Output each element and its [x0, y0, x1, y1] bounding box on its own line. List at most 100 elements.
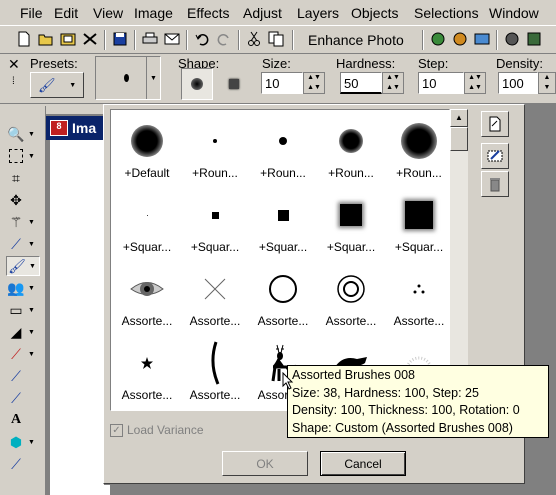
- brush-tip-label: +Roun...: [192, 166, 238, 180]
- redo-icon[interactable]: [214, 29, 234, 49]
- scan-icon[interactable]: [80, 29, 100, 49]
- delete-brush-button[interactable]: [481, 171, 509, 197]
- copy-icon[interactable]: [266, 29, 286, 49]
- brush-tip-cell[interactable]: +Squar...: [181, 190, 249, 264]
- brush-tip-preview: [124, 74, 129, 82]
- brush-tip-preview: [113, 264, 181, 314]
- browse-icon[interactable]: [58, 29, 78, 49]
- menu-adjust[interactable]: Adjust: [243, 5, 282, 21]
- menu-image[interactable]: Image: [134, 5, 173, 21]
- dodge-tool[interactable]: ◢ ▼: [6, 322, 40, 342]
- pen-tool[interactable]: ⟋: [6, 454, 40, 474]
- step-stepper[interactable]: ▲▼ ▲▼: [464, 72, 486, 94]
- chevron-down-icon: ▼: [28, 328, 35, 336]
- new-brush-button[interactable]: [481, 111, 509, 137]
- hardness-field[interactable]: 50: [340, 72, 382, 94]
- brush-tip-cell[interactable]: Assorte...: [385, 264, 449, 338]
- brush-tip-cell[interactable]: Assorte...: [249, 264, 317, 338]
- ok-button[interactable]: OK: [222, 451, 308, 476]
- brush-tip-label: +Squar...: [122, 240, 172, 254]
- paint-brush-tool[interactable]: 🖌 ▼: [6, 256, 40, 276]
- brush-tip-cell[interactable]: Assorte...: [113, 264, 181, 338]
- brush-tip-cell[interactable]: Assorte...: [317, 264, 385, 338]
- color-replacer-tool[interactable]: ⟋: [6, 366, 40, 386]
- brush-tip-cell[interactable]: +Roun...: [317, 116, 385, 190]
- load-variance-checkbox[interactable]: ✓ Load Variance: [110, 423, 204, 437]
- print-icon[interactable]: [140, 29, 160, 49]
- red-eye-tool[interactable]: ⟋ ▼: [6, 344, 40, 364]
- one-step-fix-icon[interactable]: [450, 29, 470, 49]
- cancel-button[interactable]: Cancel: [320, 451, 406, 476]
- density-field[interactable]: 100: [498, 72, 538, 94]
- cut-icon[interactable]: [244, 29, 264, 49]
- menu-effects[interactable]: Effects: [187, 5, 230, 21]
- close-icon[interactable]: ✕: [8, 56, 20, 73]
- email-icon[interactable]: [162, 29, 182, 49]
- undo-icon[interactable]: [192, 29, 212, 49]
- layers-icon[interactable]: [524, 29, 544, 49]
- trash-icon: [490, 178, 500, 192]
- image-canvas[interactable]: [50, 140, 110, 495]
- brush-tip-selector[interactable]: ▼: [95, 56, 161, 100]
- brush-tip-cell[interactable]: Assorte...: [181, 264, 249, 338]
- crop-tool[interactable]: ⌗: [6, 168, 40, 188]
- brush-tip-cell[interactable]: +Roun...: [249, 116, 317, 190]
- brush-tip-cell[interactable]: +Squar...: [113, 190, 181, 264]
- clone-icon: 👥: [7, 279, 25, 296]
- chevron-down-icon: ▼: [28, 438, 35, 446]
- scratch-remover-tool[interactable]: ▭ ▼: [6, 300, 40, 320]
- preset-shape-tool[interactable]: ⬢ ▼: [6, 432, 40, 452]
- standard-toolbar: Enhance Photo ▼: [0, 26, 556, 63]
- toggle-palette-icon[interactable]: [502, 29, 522, 49]
- scroll-up-button[interactable]: ▲: [450, 109, 468, 127]
- new-icon[interactable]: [14, 29, 34, 49]
- presets-button[interactable]: 🖌 ▼: [30, 72, 84, 98]
- brush-tip-cell[interactable]: +Roun...: [181, 116, 249, 190]
- move-tool[interactable]: ✥: [6, 190, 40, 210]
- scroll-thumb[interactable]: [450, 127, 468, 151]
- export-brush-icon: [487, 150, 503, 162]
- brush-tip-cell[interactable]: +Squar...: [317, 190, 385, 264]
- save-icon[interactable]: [110, 29, 130, 49]
- smart-fix-icon[interactable]: [428, 29, 448, 49]
- clone-tool[interactable]: 👥 ▼: [6, 278, 40, 298]
- text-tool[interactable]: A: [6, 410, 40, 430]
- selection-icon: [9, 149, 23, 163]
- photo-fix-icon[interactable]: [472, 29, 492, 49]
- tooltip-line-title: Assorted Brushes 008: [292, 368, 415, 382]
- size-stepper[interactable]: ▲▼ ▲▼: [303, 72, 325, 94]
- brush-tip-label: +Squar...: [258, 240, 308, 254]
- shape-round-button[interactable]: [181, 68, 213, 100]
- brush-tip-cell[interactable]: +Squar...: [249, 190, 317, 264]
- open-icon[interactable]: [36, 29, 56, 49]
- size-field[interactable]: 10: [261, 72, 303, 94]
- hardness-stepper[interactable]: ▲▼ ▲▼: [382, 72, 404, 94]
- move-icon: ✥: [10, 191, 22, 208]
- zoom-icon: 🔍: [7, 125, 25, 142]
- step-field[interactable]: 10: [418, 72, 464, 94]
- smudge-tool[interactable]: ⟋: [6, 388, 40, 408]
- selection-tool[interactable]: ▼: [6, 146, 40, 166]
- density-stepper[interactable]: ▲ ▼: [538, 72, 556, 94]
- menu-objects[interactable]: Objects: [351, 5, 398, 21]
- dropper-tool[interactable]: ⟋ ▼: [6, 234, 40, 254]
- brush-tip-dropdown-button[interactable]: ▼: [146, 57, 160, 99]
- zoom-tool[interactable]: 🔍 ▼: [6, 124, 40, 144]
- image-doc-icon: 8: [50, 120, 68, 136]
- menu-view[interactable]: View: [93, 5, 123, 21]
- menu-file[interactable]: File: [20, 5, 43, 21]
- menu-window[interactable]: Window: [489, 5, 539, 21]
- shape-square-button[interactable]: [218, 68, 250, 100]
- brush-tip-cell[interactable]: +Roun...: [385, 116, 449, 190]
- magic-wand-tool[interactable]: ⚚ ▼: [6, 212, 40, 232]
- menu-selections[interactable]: Selections: [414, 5, 479, 21]
- brush-tip-cell[interactable]: Assorte...: [181, 338, 249, 410]
- menu-layers[interactable]: Layers: [297, 5, 339, 21]
- enhance-photo-button[interactable]: Enhance Photo ▼: [300, 29, 418, 63]
- smudge-icon: ⟋: [11, 389, 21, 406]
- brush-tip-cell[interactable]: +Squar...: [385, 190, 449, 264]
- brush-tip-cell[interactable]: Assorte...: [113, 338, 181, 410]
- export-brush-button[interactable]: [481, 143, 509, 169]
- menu-edit[interactable]: Edit: [54, 5, 78, 21]
- brush-tip-cell[interactable]: +Default: [113, 116, 181, 190]
